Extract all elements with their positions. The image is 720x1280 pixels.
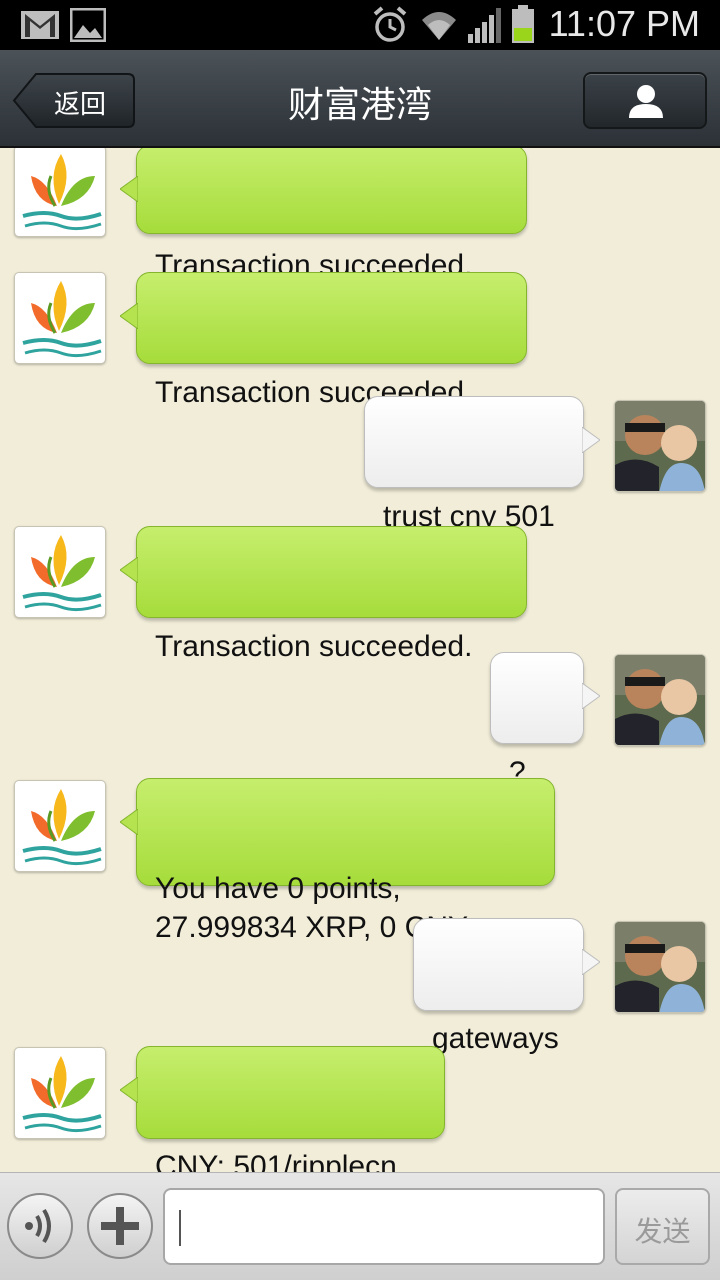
bot-avatar[interactable] [14,272,106,364]
gallery-icon [70,8,106,42]
bubble-tail [120,1077,138,1103]
bubble-tail [120,176,138,202]
bubble-tail [120,809,138,835]
signal-icon [468,8,501,43]
wifi-icon [422,12,456,40]
outgoing-bubble[interactable]: gateways [413,918,600,1055]
person-icon [629,85,663,118]
profile-button[interactable] [583,72,707,129]
battery-icon [512,5,534,43]
add-button[interactable] [87,1193,153,1259]
bubble-tail [582,949,600,975]
bubble-tail [120,557,138,583]
bubble-tail [582,683,600,709]
message-text: Transaction succeeded. [155,630,473,663]
message-input[interactable] [163,1188,605,1265]
user-avatar[interactable] [614,400,706,492]
message-text: CNY: 501/ripplecn [155,1150,397,1172]
send-label: 发送 [634,1215,691,1248]
status-bar: 11:07 PM [0,0,720,50]
outgoing-bubble[interactable]: ? [490,652,600,789]
incoming-bubble[interactable]: Transaction succeeded. [120,526,527,663]
bubble-tail [120,303,138,329]
outgoing-bubble[interactable]: trust cny 501 [364,396,600,533]
user-avatar[interactable] [614,921,706,1013]
message-text: gateways [432,1022,559,1055]
bot-avatar[interactable] [14,1047,106,1139]
input-bar: 发送 [0,1172,720,1280]
incoming-bubble[interactable]: Transaction succeeded. [120,148,527,282]
incoming-bubble[interactable]: CNY: 501/ripplecn [120,1046,445,1172]
lotus-logo-icon [22,535,102,612]
user-photo-icon [615,922,705,1012]
text-caret [179,1210,181,1246]
status-time: 11:07 PM [548,3,700,44]
title-bar: 返回 财富港湾 [0,50,720,148]
voice-button[interactable] [7,1193,73,1259]
send-button[interactable]: 发送 [615,1188,710,1265]
incoming-bubble[interactable]: You have 0 points, 27.999834 XRP, 0 CNY [120,778,555,944]
user-avatar[interactable] [614,654,706,746]
bubble-tail [582,427,600,453]
alarm-icon [373,6,407,42]
chat-area[interactable]: Transaction succeeded. Transaction succe… [0,148,720,1172]
lotus-logo-icon [22,1056,102,1133]
voice-icon [25,1208,51,1244]
lotus-logo-icon [22,281,102,358]
gmail-icon [21,11,59,39]
user-photo-icon [615,401,705,491]
bot-avatar[interactable] [14,526,106,618]
incoming-bubble[interactable]: Transaction succeeded. [120,272,527,409]
lotus-logo-icon [22,154,102,231]
user-photo-icon [615,655,705,745]
plus-icon [101,1207,139,1245]
bot-avatar[interactable] [14,148,106,237]
lotus-logo-icon [22,789,102,866]
bot-avatar[interactable] [14,780,106,872]
